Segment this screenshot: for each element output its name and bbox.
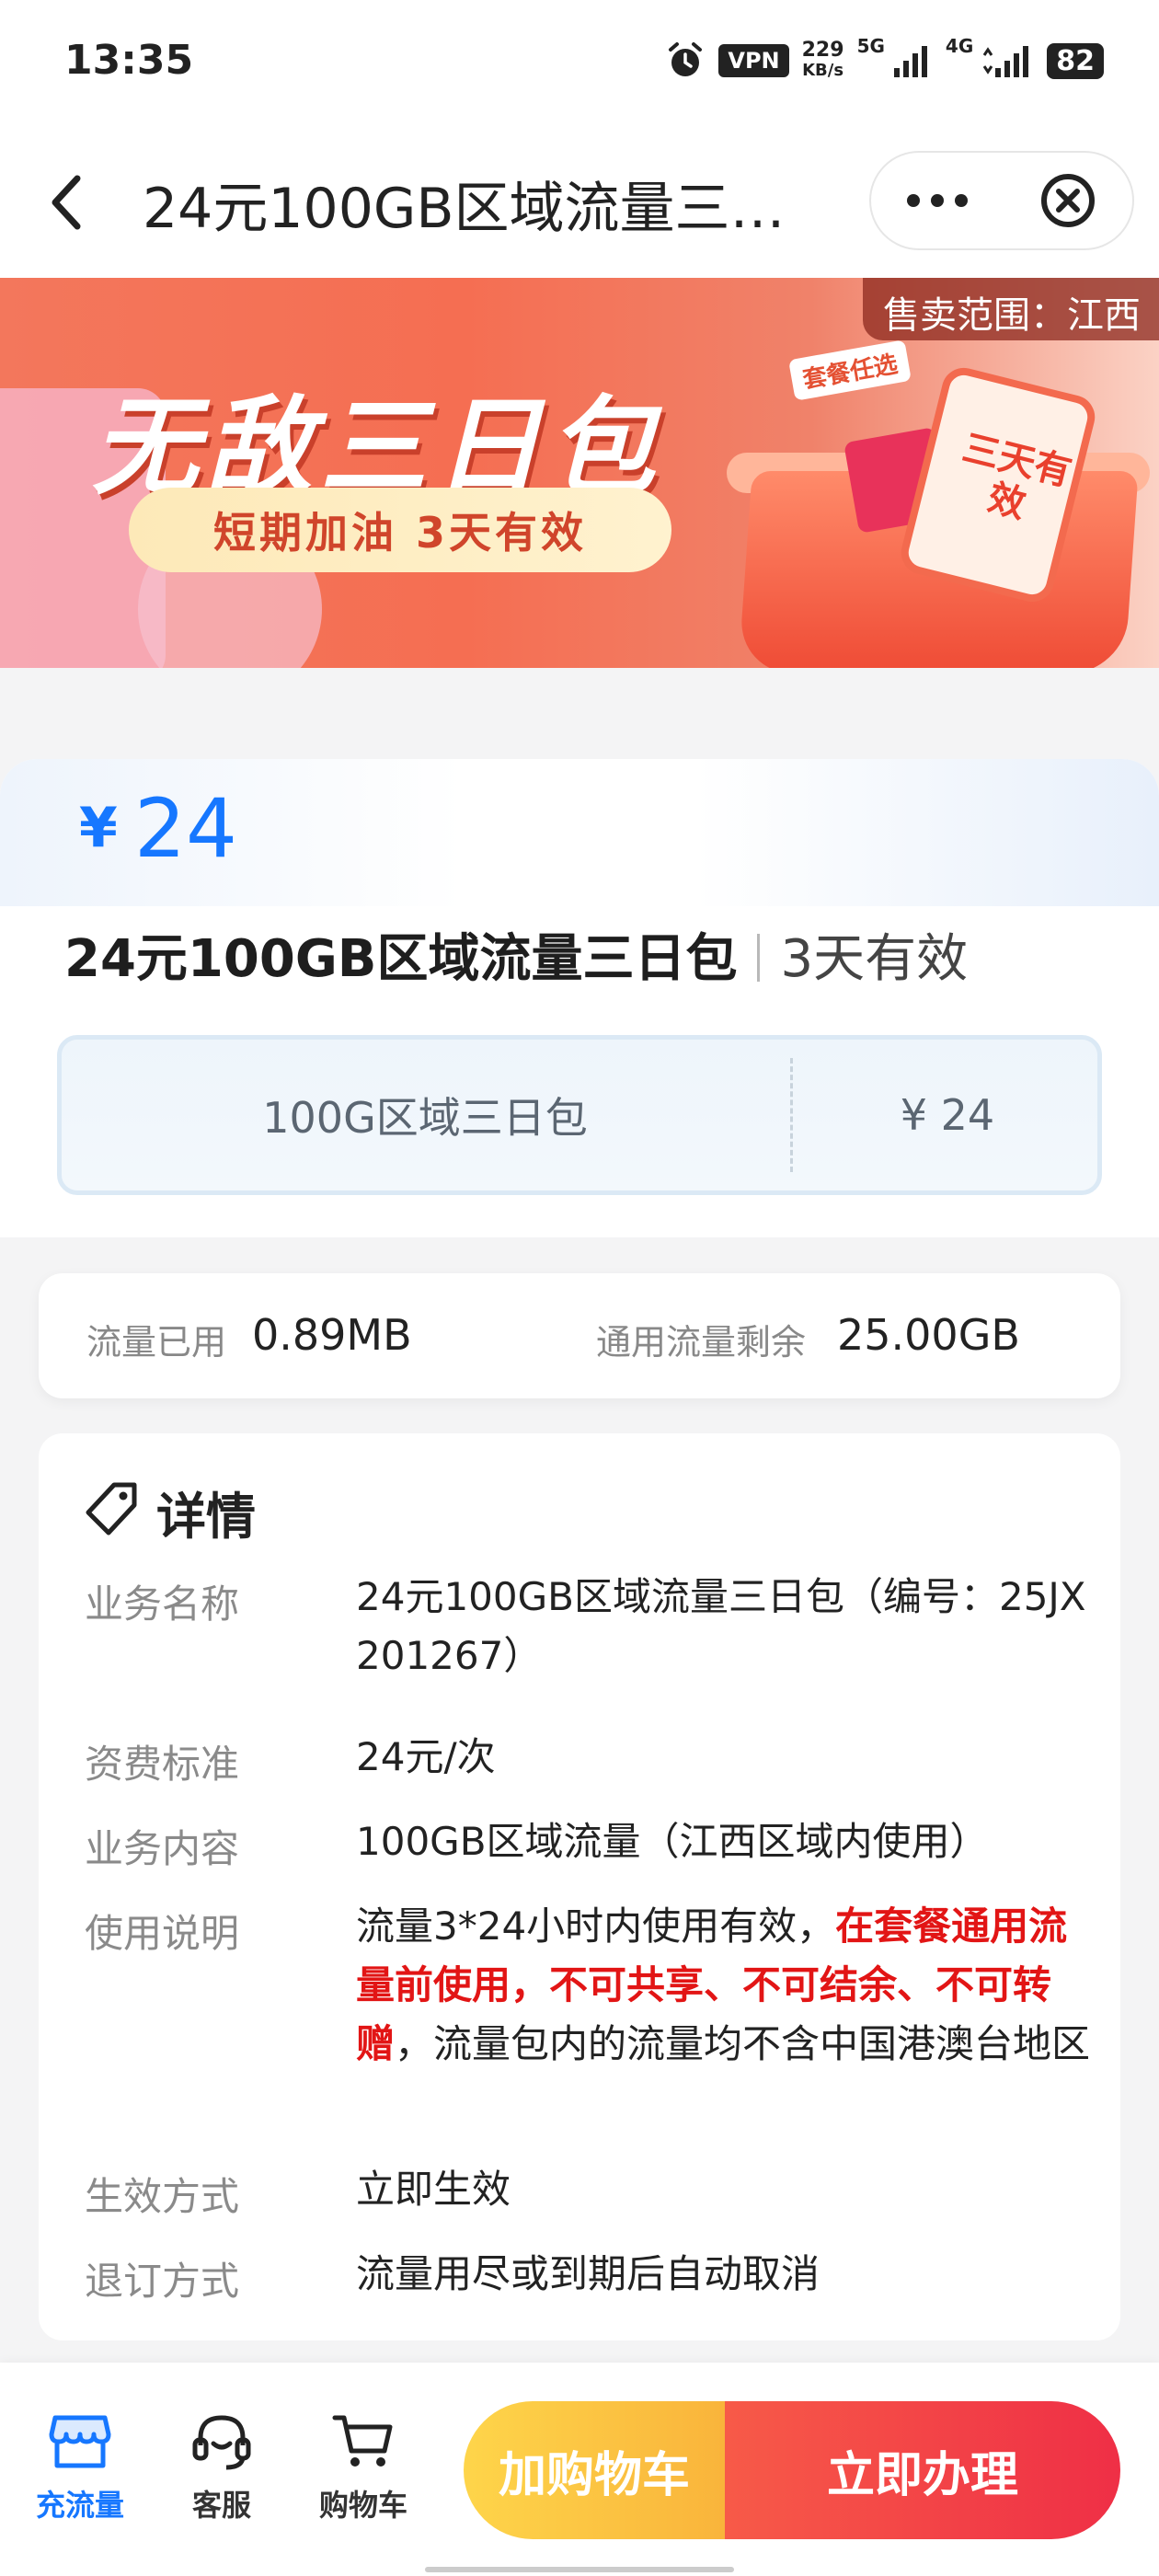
network-type-2: 4G xyxy=(945,35,974,57)
used-data-value: 0.89MB xyxy=(252,1310,412,1360)
detail-label-unsubscribe: 退订方式 xyxy=(85,2259,240,2304)
package-option[interactable]: 100G区域三日包 ¥ 24 xyxy=(57,1035,1102,1195)
detail-value-usage: 流量3*24小时内使用有效，在套餐通用流量前使用，不可共享、不可结余、不可转赠，… xyxy=(356,1897,1092,2074)
remaining-data-value: 25.00GB xyxy=(837,1310,1020,1360)
product-validity: 3天有效 xyxy=(780,929,969,989)
remaining-data-label: 通用流量剩余 xyxy=(596,1322,807,1363)
usage-note-prefix: 流量3*24小时内使用有效， xyxy=(356,1903,836,1949)
tab-label: 客服 xyxy=(191,2488,251,2523)
promo-banner: 无敌三日包 短期加油 3天有效 三天有效 套餐任选 售卖范围：江西 xyxy=(0,278,1159,668)
network-type-1: 5G xyxy=(856,35,885,57)
usage-note-suffix: ，流量包内的流量均不含中国港澳台地区 xyxy=(395,2021,1091,2066)
status-bar: 13:35 VPN 229 KB/s 5G 4G 82 xyxy=(0,0,1159,129)
tab-label: 购物车 xyxy=(318,2488,407,2523)
banner-subtitle: 短期加油 3天有效 xyxy=(129,488,671,572)
add-to-cart-button[interactable]: 加购物车 xyxy=(464,2401,725,2539)
alarm-icon xyxy=(669,42,703,76)
signal-icon xyxy=(893,46,927,77)
product-title: 24元100GB区域流量三日包 3天有效 xyxy=(64,917,968,992)
buy-now-button[interactable]: 立即办理 xyxy=(725,2401,1120,2539)
detail-value-effect: 立即生效 xyxy=(356,2167,511,2212)
detail-value-content: 100GB区域流量（江西区域内使用） xyxy=(356,1819,989,1864)
home-indicator xyxy=(425,2567,734,2572)
battery-indicator: 82 xyxy=(1047,42,1104,79)
detail-label-usage: 使用说明 xyxy=(85,1911,240,1956)
vpn-badge: VPN xyxy=(718,44,789,77)
package-option-price: ¥ 24 xyxy=(900,1090,995,1140)
data-usage-card: 流量已用 0.89MB 通用流量剩余 25.00GB xyxy=(39,1273,1120,1398)
details-card: 详情 业务名称 24元100GB区域流量三日包（编号：25JX201267） 资… xyxy=(39,1433,1120,2340)
purchase-actions: 加购物车 立即办理 xyxy=(464,2401,1120,2539)
more-button[interactable] xyxy=(871,153,1004,248)
tab-customer-service[interactable]: 客服 xyxy=(162,2407,281,2536)
price-currency: ¥ xyxy=(79,796,118,860)
more-dots-icon xyxy=(907,194,968,207)
tab-label: 充流量 xyxy=(35,2488,124,2523)
detail-value-unsubscribe: 流量用尽或到期后自动取消 xyxy=(356,2251,820,2296)
store-icon xyxy=(49,2415,111,2468)
status-time: 13:35 xyxy=(64,37,194,84)
tag-icon xyxy=(86,1482,137,1535)
details-heading: 详情 xyxy=(156,1488,256,1546)
package-option-name: 100G区域三日包 xyxy=(262,1093,588,1143)
detail-value-name: 24元100GB区域流量三日包（编号：25JX201267） xyxy=(356,1574,1086,1678)
price-value: 24 xyxy=(134,781,237,876)
sale-area-badge: 售卖范围：江西 xyxy=(863,278,1159,340)
app-root: 13:35 VPN 229 KB/s 5G 4G 82 24元100GB区域流量… xyxy=(0,0,1159,2576)
status-icons: VPN 229 KB/s 5G 4G 82 xyxy=(665,35,1104,86)
tab-shopping-cart[interactable]: 购物车 xyxy=(304,2407,423,2536)
headset-icon xyxy=(192,2415,251,2470)
detail-value-fee: 24元/次 xyxy=(356,1734,496,1779)
tab-recharge-data[interactable]: 充流量 xyxy=(20,2407,140,2536)
banner-tag: 套餐任选 xyxy=(788,339,912,401)
chevron-left-icon xyxy=(52,175,81,230)
detail-label-effect: 生效方式 xyxy=(85,2174,240,2219)
close-circle-icon xyxy=(1041,174,1095,227)
page-title: 24元100GB区域流量三日包 xyxy=(143,177,805,241)
product-name: 24元100GB区域流量三日包 xyxy=(64,929,738,989)
navigation-bar: 24元100GB区域流量三日包 xyxy=(0,129,1159,278)
used-data-label: 流量已用 xyxy=(86,1322,227,1363)
cart-icon xyxy=(332,2415,393,2467)
network-speed-value: 229 xyxy=(801,39,844,62)
network-speed: 229 KB/s xyxy=(802,40,844,81)
signal-icon-2 xyxy=(983,46,1029,77)
miniapp-capsule xyxy=(869,151,1134,250)
title-divider xyxy=(757,934,761,982)
detail-label-fee: 资费标准 xyxy=(85,1742,240,1787)
detail-label-name: 业务名称 xyxy=(85,1581,240,1627)
network-speed-unit: KB/s xyxy=(802,61,844,80)
product-summary: ¥ 24 24元100GB区域流量三日包 3天有效 100G区域三日包 ¥ 24 xyxy=(0,759,1159,1237)
detail-label-content: 业务内容 xyxy=(85,1826,240,1871)
bottom-action-bar: 充流量 客服 购物车 加购物车 立即办理 xyxy=(0,2363,1159,2576)
back-button[interactable] xyxy=(37,166,101,239)
close-miniapp-button[interactable] xyxy=(1004,153,1132,248)
